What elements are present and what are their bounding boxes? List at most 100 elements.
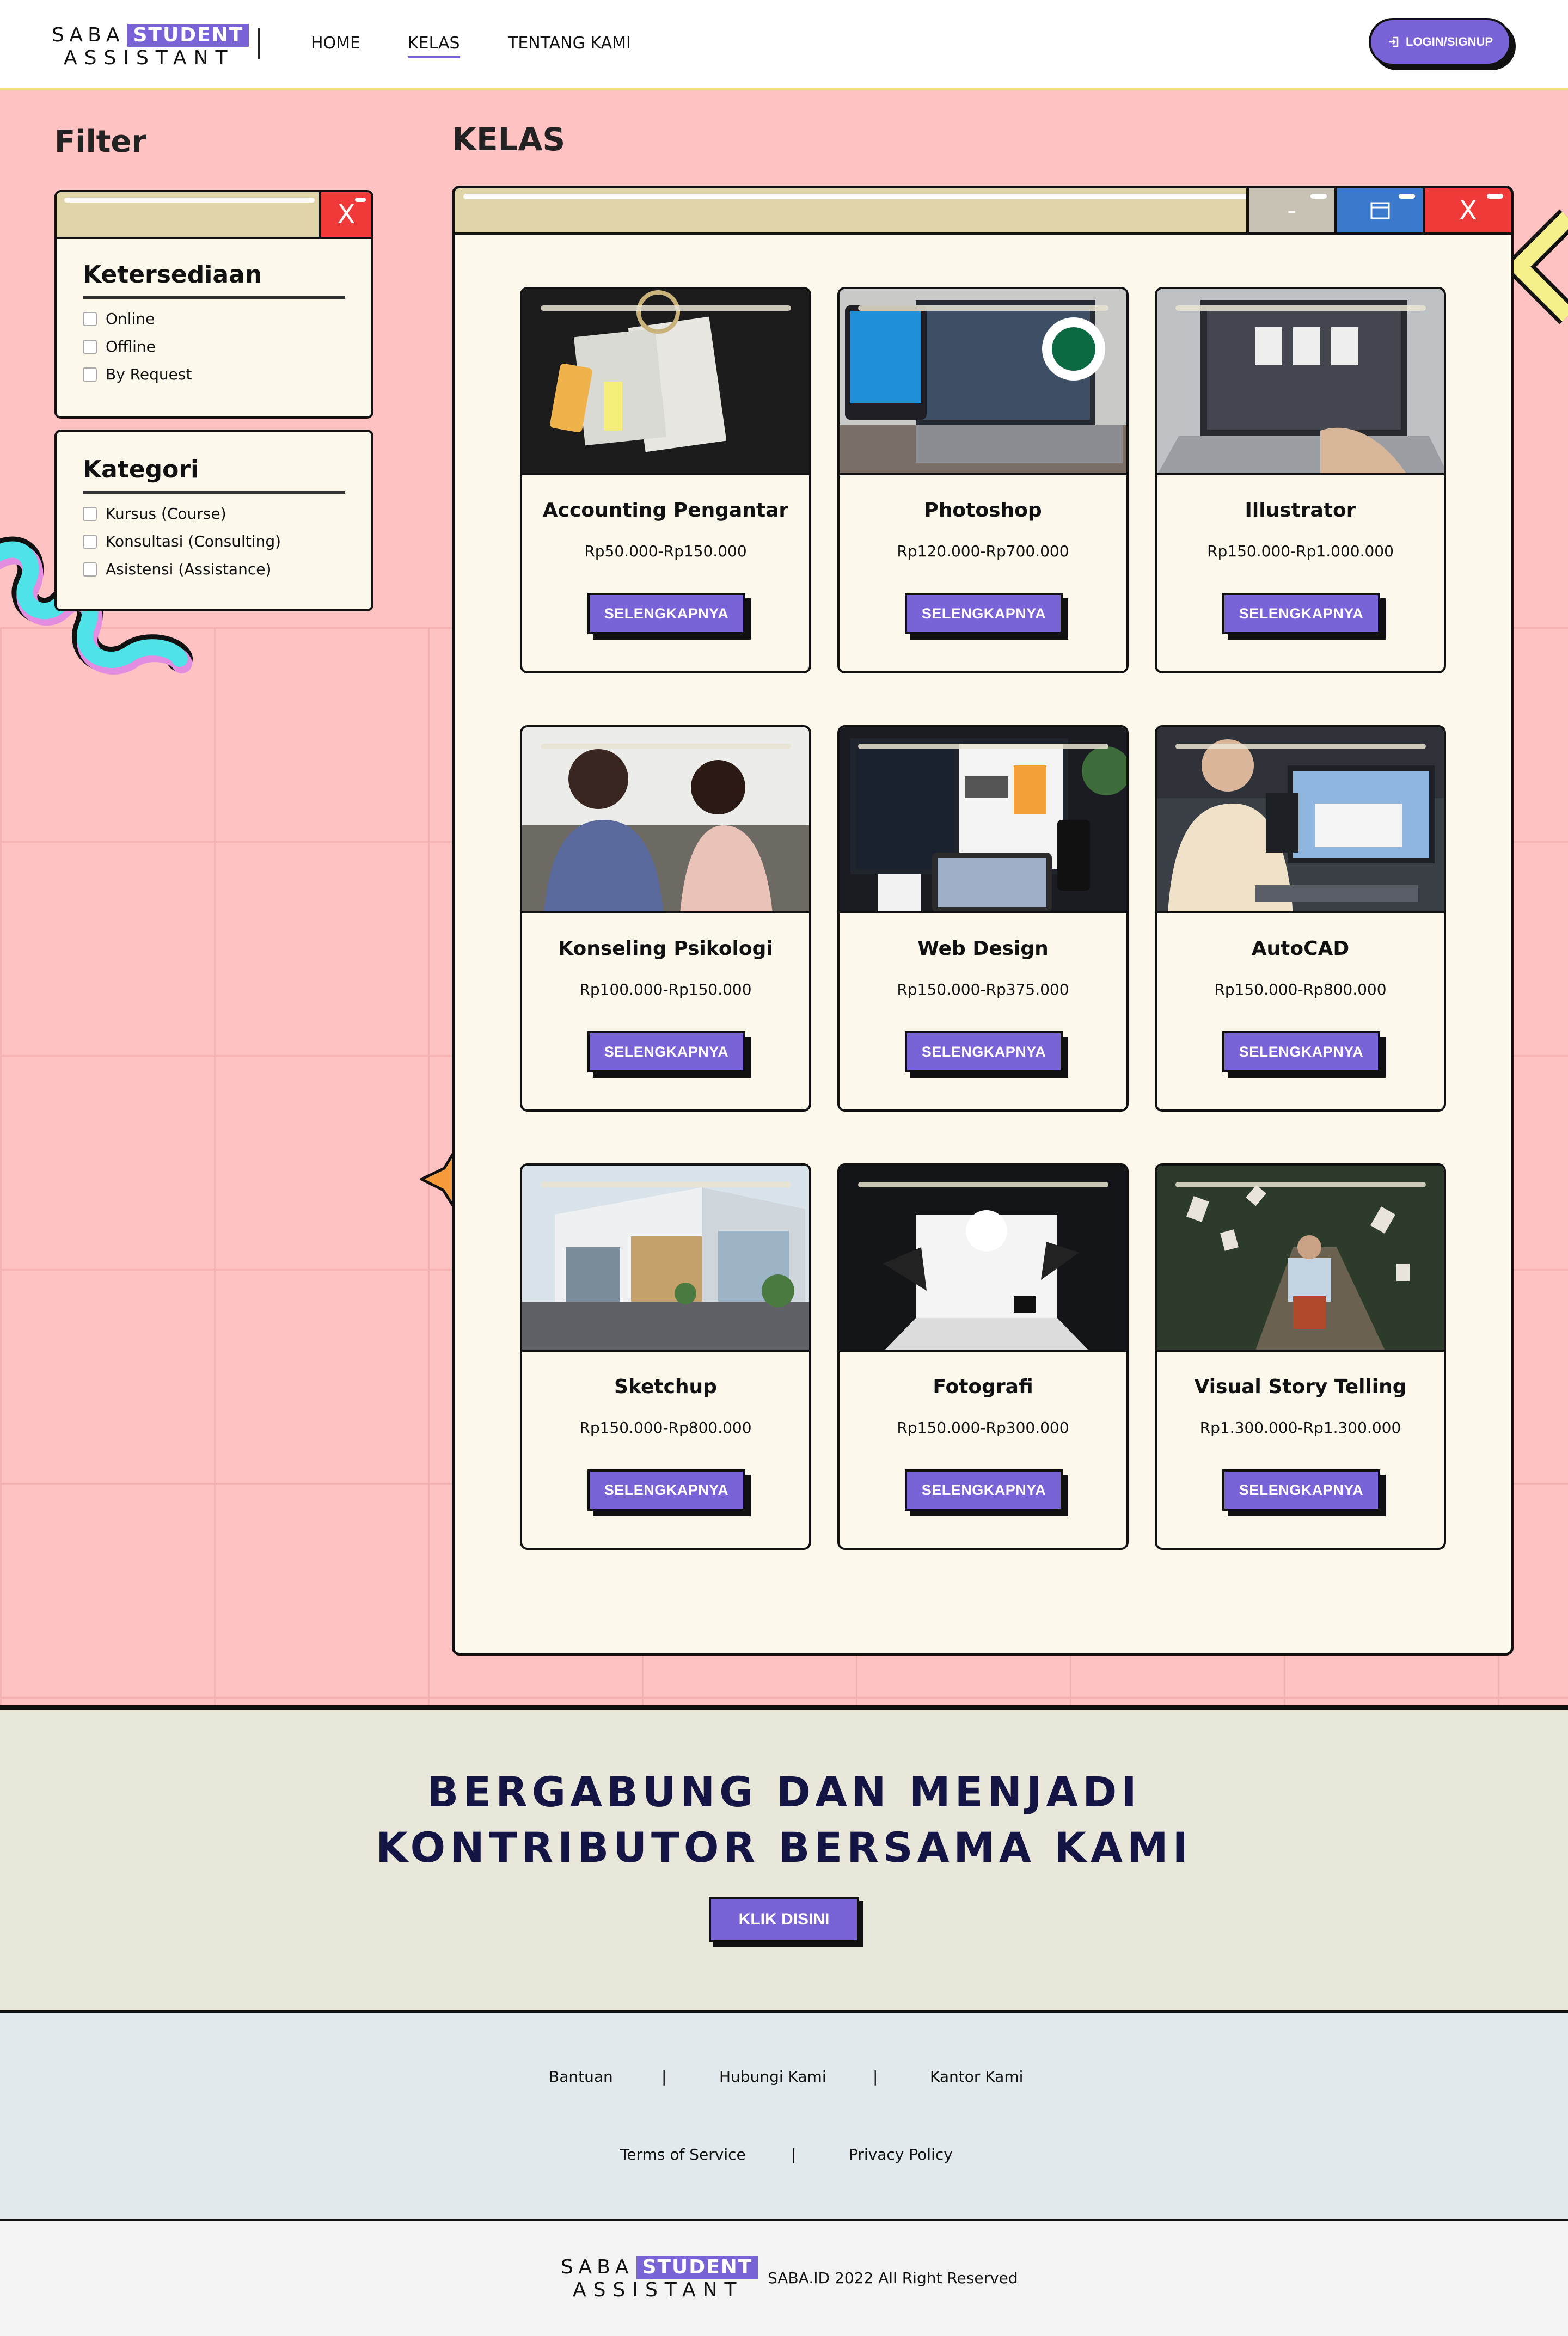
course-price: Rp1.300.000-Rp1.300.000 [1199, 1419, 1401, 1437]
course-card-konseling-psikologi[interactable]: Konseling Psikologi Rp100.000-Rp150.000 … [520, 725, 811, 1112]
course-title: Web Design [917, 937, 1049, 960]
kelas-title: KELAS [452, 121, 566, 158]
maximize-icon [1370, 202, 1389, 219]
course-price: Rp100.000-Rp150.000 [579, 980, 752, 998]
selengkapnya-button[interactable]: SELENGKAPNYA [1222, 1031, 1380, 1072]
availability-filter-window: X Ketersediaan Online Offline By Request [54, 190, 373, 419]
course-title: Sketchup [614, 1376, 717, 1398]
checkbox[interactable] [83, 534, 97, 549]
selengkapnya-button[interactable]: SELENGKAPNYA [587, 1031, 745, 1072]
selengkapnya-button[interactable]: SELENGKAPNYA [1222, 1469, 1380, 1511]
course-title: Konseling Psikologi [558, 937, 773, 960]
course-image [522, 289, 809, 475]
course-title: Photoshop [924, 499, 1042, 522]
close-icon: X [337, 199, 356, 230]
course-card-accounting[interactable]: Accounting Pengantar Rp50.000-Rp150.000 … [520, 287, 811, 673]
cta-section: BERGABUNG DAN MENJADI KONTRIBUTOR BERSAM… [0, 1705, 1568, 2013]
filter-title: Filter [54, 124, 147, 160]
course-image [1157, 727, 1444, 913]
checkbox[interactable] [83, 367, 97, 382]
cta-line-2: KONTRIBUTOR BERSAMA KAMI [376, 1823, 1192, 1872]
footer-link-hubungi-kami[interactable]: Hubungi Kami [719, 2068, 826, 2086]
course-card-fotografi[interactable]: Fotografi Rp150.000-Rp300.000 SELENGKAPN… [837, 1163, 1129, 1550]
kelas-window: - X Accounting Pengantar Rp50.000-Rp150.… [452, 186, 1514, 1656]
nav-kelas[interactable]: KELAS [408, 34, 460, 58]
course-price: Rp150.000-Rp800.000 [579, 1419, 752, 1437]
footer-link-privacy[interactable]: Privacy Policy [849, 2145, 953, 2163]
footer-link-terms[interactable]: Terms of Service [620, 2145, 746, 2163]
login-signup-label: LOGIN/SIGNUP [1405, 35, 1493, 48]
availability-title: Ketersediaan [83, 261, 345, 299]
filter-option-konsultasi[interactable]: Konsultasi (Consulting) [83, 532, 345, 550]
course-card-autocad[interactable]: AutoCAD Rp150.000-Rp800.000 SELENGKAPNYA [1155, 725, 1446, 1112]
course-title: AutoCAD [1251, 937, 1350, 960]
footer-link-bantuan[interactable]: Bantuan [549, 2068, 613, 2086]
course-image [840, 289, 1126, 475]
filter-option-kursus[interactable]: Kursus (Course) [83, 505, 345, 523]
course-price: Rp150.000-Rp800.000 [1214, 980, 1387, 998]
checkbox[interactable] [83, 506, 97, 521]
course-image [522, 727, 809, 913]
selengkapnya-button[interactable]: SELENGKAPNYA [587, 1469, 745, 1511]
filter-option-online[interactable]: Online [83, 310, 345, 328]
minimize-icon: - [1287, 195, 1297, 226]
close-button[interactable]: X [319, 192, 371, 237]
star-decoration [420, 1150, 454, 1209]
cta-line-1: BERGABUNG DAN MENJADI [427, 1768, 1141, 1816]
filter-option-offline[interactable]: Offline [83, 338, 345, 355]
klik-disini-button[interactable]: KLIK DISINI [709, 1897, 859, 1942]
logo-assistant: ASSISTANT [64, 47, 235, 69]
selengkapnya-button[interactable]: SELENGKAPNYA [905, 593, 1063, 634]
footer-separator: | [661, 2068, 667, 2086]
course-title: Visual Story Telling [1194, 1376, 1407, 1398]
maximize-button[interactable] [1334, 188, 1423, 232]
nav-home[interactable]: HOME [311, 34, 360, 53]
course-title: Fotografi [933, 1376, 1033, 1398]
login-signup-button[interactable]: LOGIN/SIGNUP [1369, 18, 1511, 66]
logo-assistant: ASSISTANT [573, 2279, 744, 2301]
close-button[interactable]: X [1423, 188, 1511, 232]
footer-links: Bantuan | Hubungi Kami | Kantor Kami Ter… [0, 2013, 1568, 2221]
selengkapnya-button[interactable]: SELENGKAPNYA [905, 1031, 1063, 1072]
checkbox[interactable] [83, 339, 97, 354]
checkbox[interactable] [83, 311, 97, 326]
brand-logo[interactable]: SABA STUDENT ASSISTANT [52, 24, 249, 70]
nav-divider [258, 28, 260, 59]
course-image [840, 727, 1126, 913]
category-filter-window: Kategori Kursus (Course) Konsultasi (Con… [54, 430, 373, 611]
window-titlebar: X [57, 192, 371, 239]
minimize-button[interactable]: - [1246, 188, 1334, 232]
logo-student: STUDENT [636, 2256, 758, 2279]
footer-separator: | [791, 2145, 797, 2163]
course-image [522, 1166, 809, 1352]
course-price: Rp150.000-Rp375.000 [897, 980, 1069, 998]
footer-logo: SABA STUDENT ASSISTANT [561, 2256, 758, 2302]
logo-saba: SABA [52, 24, 125, 46]
course-title: Illustrator [1245, 499, 1356, 522]
course-card-illustrator[interactable]: Illustrator Rp150.000-Rp1.000.000 SELENG… [1155, 287, 1446, 673]
logo-saba: SABA [561, 2256, 634, 2278]
course-image [1157, 1166, 1444, 1352]
footer-link-kantor-kami[interactable]: Kantor Kami [930, 2068, 1023, 2086]
course-price: Rp50.000-Rp150.000 [584, 542, 747, 560]
filter-option-by-request[interactable]: By Request [83, 365, 345, 383]
filter-option-asistensi[interactable]: Asistensi (Assistance) [83, 560, 345, 578]
cta-heading: BERGABUNG DAN MENJADI KONTRIBUTOR BERSAM… [0, 1764, 1568, 1875]
course-card-web-design[interactable]: Web Design Rp150.000-Rp375.000 SELENGKAP… [837, 725, 1129, 1112]
selengkapnya-button[interactable]: SELENGKAPNYA [1222, 593, 1380, 634]
copyright-text: SABA.ID 2022 All Right Reserved [768, 2269, 1018, 2287]
course-card-visual-story-telling[interactable]: Visual Story Telling Rp1.300.000-Rp1.300… [1155, 1163, 1446, 1550]
course-price: Rp150.000-Rp1.000.000 [1207, 542, 1394, 560]
checkbox[interactable] [83, 562, 97, 577]
window-titlebar: - X [455, 188, 1511, 235]
course-card-sketchup[interactable]: Sketchup Rp150.000-Rp800.000 SELENGKAPNY… [520, 1163, 811, 1550]
selengkapnya-button[interactable]: SELENGKAPNYA [905, 1469, 1063, 1511]
navbar: SABA STUDENT ASSISTANT HOME KELAS TENTAN… [0, 0, 1568, 90]
course-card-photoshop[interactable]: Photoshop Rp120.000-Rp700.000 SELENGKAPN… [837, 287, 1129, 673]
nav-tentang-kami[interactable]: TENTANG KAMI [508, 34, 631, 53]
close-icon: X [1459, 195, 1477, 226]
course-image [840, 1166, 1126, 1352]
course-price: Rp120.000-Rp700.000 [897, 542, 1069, 560]
selengkapnya-button[interactable]: SELENGKAPNYA [587, 593, 745, 634]
category-title: Kategori [83, 456, 345, 494]
